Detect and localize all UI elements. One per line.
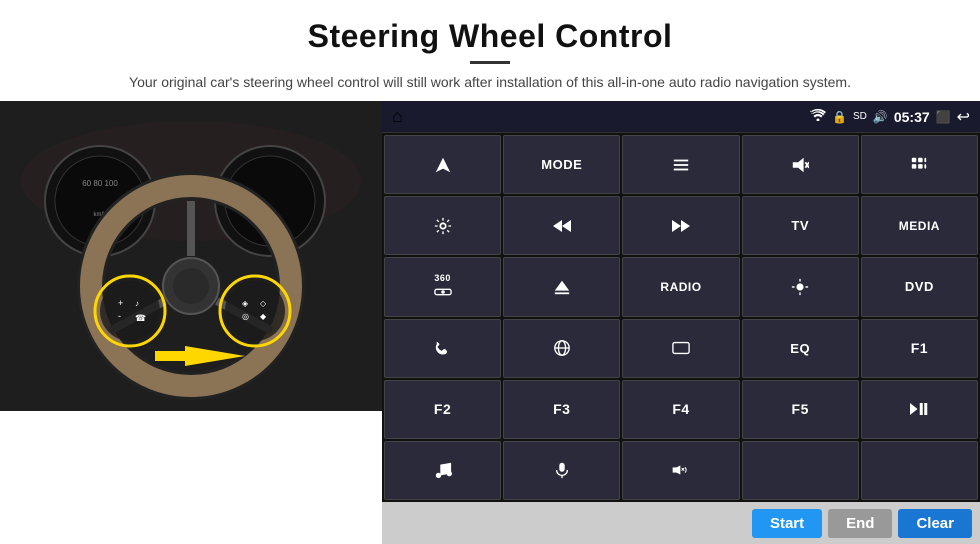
control-panel: ⌂ 🔒 SD 🔊 05:37 ⬛ ↩ <box>382 101 980 544</box>
f4-btn[interactable]: F4 <box>622 380 739 439</box>
svg-text:-: - <box>118 311 121 321</box>
sd-icon: SD <box>853 111 867 122</box>
svg-text:◎: ◎ <box>242 312 249 321</box>
eq-btn[interactable]: EQ <box>742 319 859 378</box>
f2-btn[interactable]: F2 <box>384 380 501 439</box>
clear-button[interactable]: Clear <box>898 509 972 538</box>
svg-text:☎: ☎ <box>135 313 146 323</box>
cam360-btn[interactable]: 360 <box>384 257 501 316</box>
next-btn[interactable] <box>622 196 739 255</box>
svg-text:60 80 100: 60 80 100 <box>82 179 118 188</box>
steering-wheel-image: 60 80 100 km/h <box>0 101 382 411</box>
dvd-btn[interactable]: DVD <box>861 257 978 316</box>
mute-btn[interactable] <box>742 135 859 194</box>
main-content: 60 80 100 km/h <box>0 101 980 544</box>
radio-btn[interactable]: RADIO <box>622 257 739 316</box>
playpause-btn[interactable] <box>861 380 978 439</box>
subtitle: Your original car's steering wheel contr… <box>20 72 960 93</box>
volphone-btn[interactable] <box>622 441 739 500</box>
mic-btn[interactable] <box>503 441 620 500</box>
status-bar: ⌂ 🔒 SD 🔊 05:37 ⬛ ↩ <box>382 101 980 133</box>
end-button[interactable]: End <box>828 509 892 538</box>
svg-text:+: + <box>118 298 123 308</box>
prev-btn[interactable] <box>503 196 620 255</box>
browse-btn[interactable] <box>503 319 620 378</box>
svg-text:◇: ◇ <box>260 299 267 308</box>
page-title: Steering Wheel Control <box>20 18 960 55</box>
svg-text:◆: ◆ <box>260 312 267 321</box>
status-right: 🔒 SD 🔊 05:37 ⬛ ↩ <box>810 107 970 127</box>
page: Steering Wheel Control Your original car… <box>0 0 980 544</box>
mode-btn[interactable]: MODE <box>503 135 620 194</box>
phone-btn[interactable] <box>384 319 501 378</box>
rect-btn[interactable] <box>622 319 739 378</box>
empty-btn-2 <box>861 441 978 500</box>
tv-btn[interactable]: TV <box>742 196 859 255</box>
f5-btn[interactable]: F5 <box>742 380 859 439</box>
back-icon[interactable]: ↩ <box>957 107 970 127</box>
empty-btn-1 <box>742 441 859 500</box>
title-divider <box>470 61 510 64</box>
button-grid: MODE <box>382 133 980 502</box>
navigate-btn[interactable] <box>384 135 501 194</box>
f3-btn[interactable]: F3 <box>503 380 620 439</box>
action-bar: Start End Clear <box>382 502 980 544</box>
music-btn[interactable] <box>384 441 501 500</box>
lock-icon: 🔒 <box>832 110 847 124</box>
status-time: 05:37 <box>894 109 930 125</box>
steering-svg: 60 80 100 km/h <box>0 101 382 411</box>
brightness-btn[interactable] <box>742 257 859 316</box>
bluetooth-icon: 🔊 <box>873 110 888 124</box>
f1-btn[interactable]: F1 <box>861 319 978 378</box>
apps-btn[interactable] <box>861 135 978 194</box>
home-icon[interactable]: ⌂ <box>392 106 403 127</box>
svg-text:◈: ◈ <box>242 299 249 308</box>
settings-btn[interactable] <box>384 196 501 255</box>
header-section: Steering Wheel Control Your original car… <box>0 0 980 101</box>
list-btn[interactable] <box>622 135 739 194</box>
eject-btn[interactable] <box>503 257 620 316</box>
media-btn[interactable]: MEDIA <box>861 196 978 255</box>
wifi-icon <box>810 109 826 124</box>
screen-icon: ⬛ <box>936 110 951 124</box>
start-button[interactable]: Start <box>752 509 822 538</box>
svg-text:♪: ♪ <box>135 299 139 308</box>
